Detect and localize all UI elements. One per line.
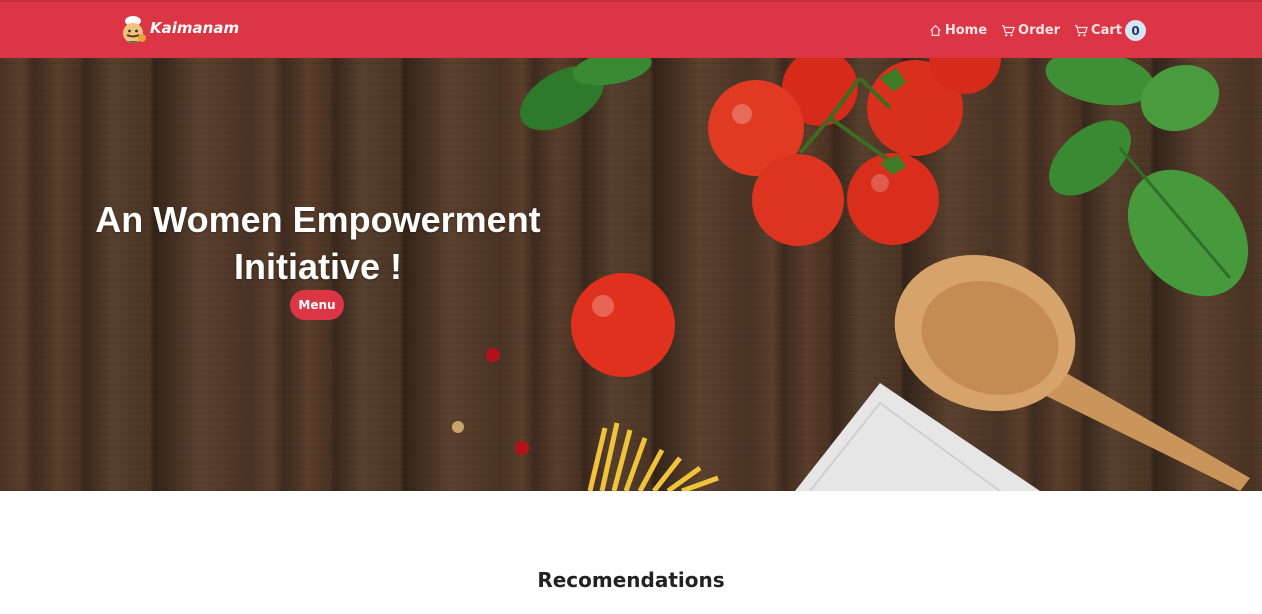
nav-cart-link[interactable]: Cart 0	[1074, 20, 1146, 41]
nav-home-link[interactable]: Home	[929, 23, 987, 38]
recommendations-title: Recomendations	[537, 568, 725, 592]
hero-title-line1: An Women Empowerment	[95, 199, 541, 240]
nav-links: Home Order Cart 0	[915, 20, 1146, 41]
nav-home-label: Home	[944, 23, 988, 38]
cart-icon	[1074, 25, 1088, 37]
brand[interactable]: Kaimanam	[118, 14, 239, 46]
hero-banner: An Women Empowerment Initiative ! Menu	[0, 58, 1262, 491]
hero-title-line2: Initiative !	[233, 246, 403, 287]
menu-button[interactable]: Menu	[290, 290, 344, 320]
nav-order-link[interactable]: Order	[1001, 23, 1060, 38]
navbar: Kaimanam Home Order Cart 0	[0, 0, 1262, 58]
chef-logo-icon	[123, 16, 146, 43]
hero-title: An Women Empowerment Initiative !	[60, 196, 576, 290]
home-icon	[930, 24, 941, 36]
brand-name: Kaimanam	[150, 19, 240, 37]
cart-icon	[1001, 25, 1015, 37]
nav-cart-label: Cart	[1091, 23, 1122, 38]
cart-count-badge: 0	[1125, 20, 1146, 41]
nav-order-label: Order	[1018, 23, 1061, 38]
